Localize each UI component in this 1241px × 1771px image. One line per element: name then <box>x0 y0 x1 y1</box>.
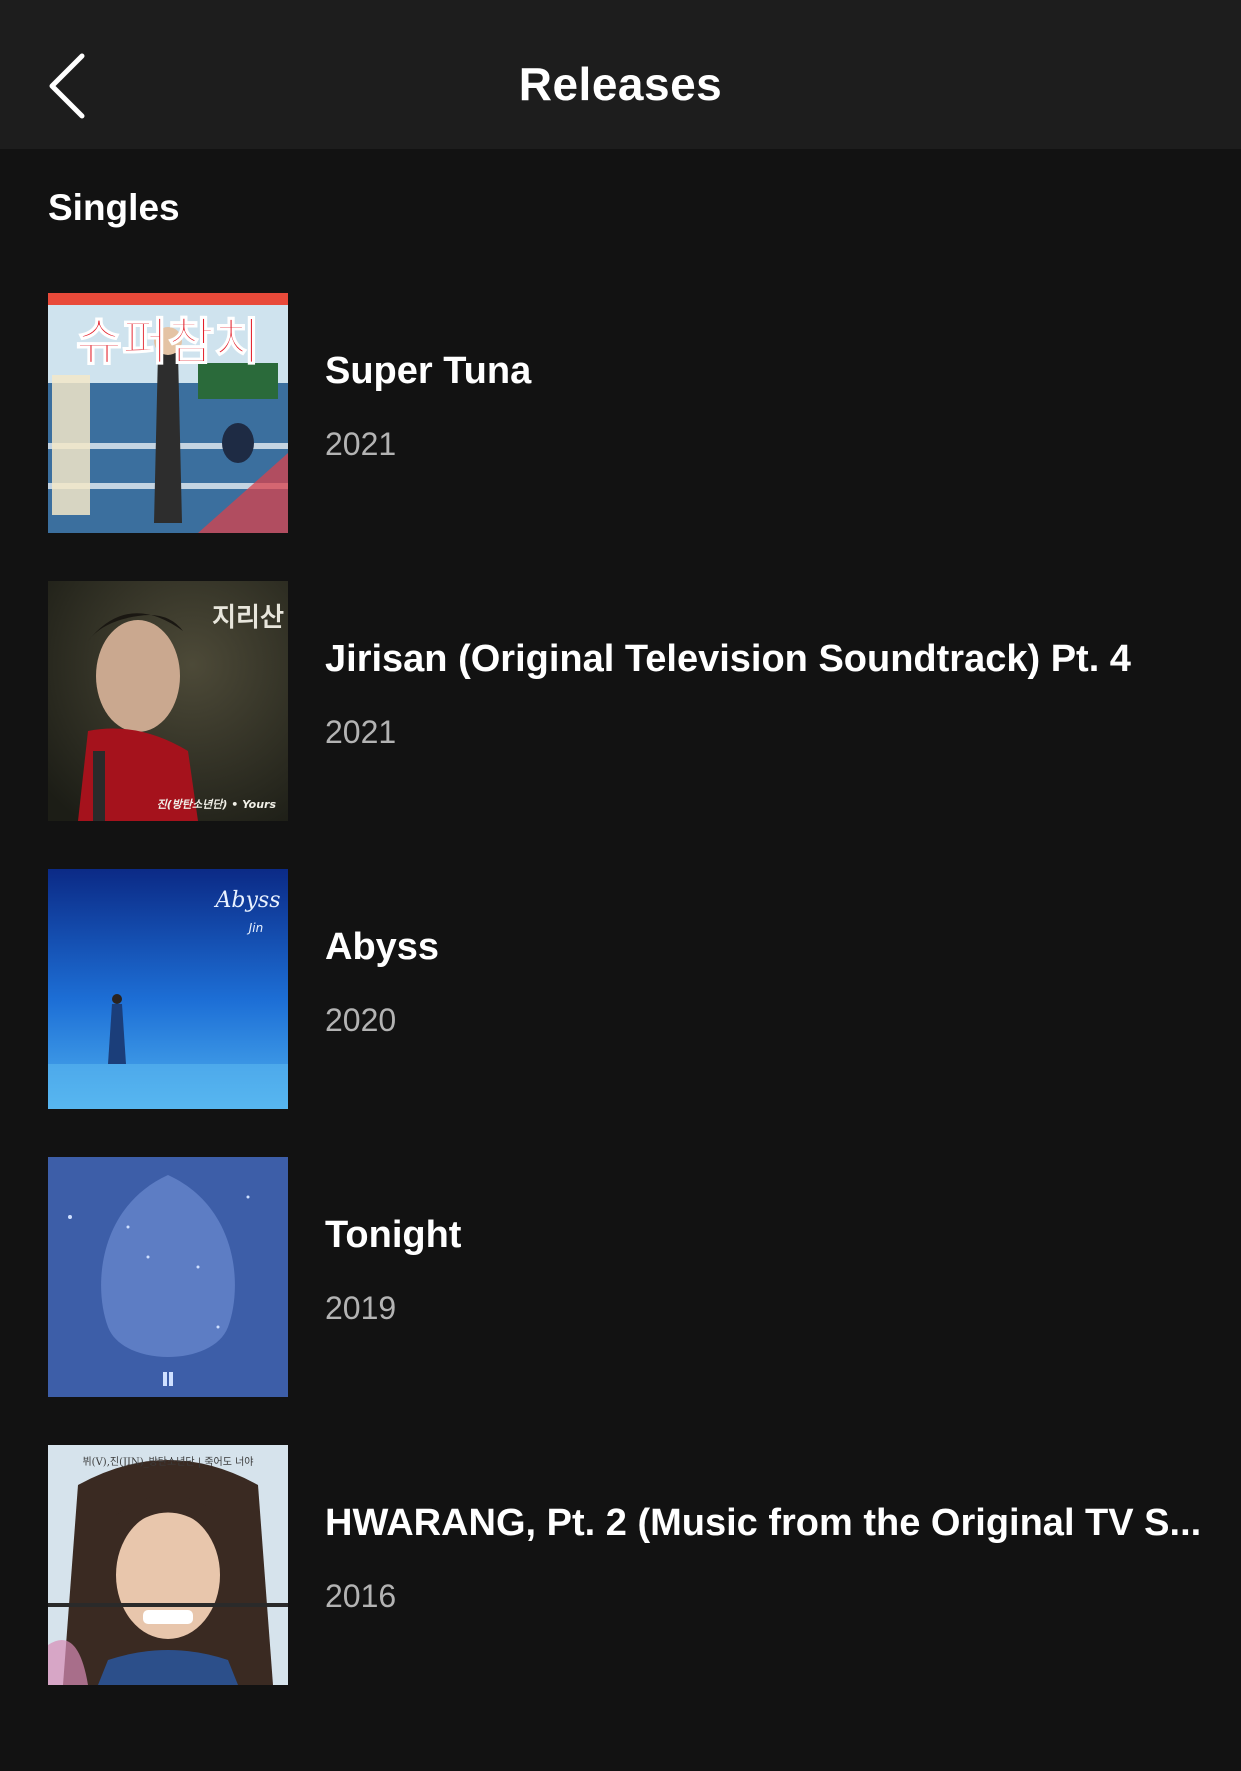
release-year: 2020 <box>325 1002 397 1038</box>
album-cover[interactable] <box>48 1157 288 1397</box>
release-year: 2021 <box>325 426 397 462</box>
release-title: HWARANG, Pt. 2 (Music from the Original … <box>325 1502 1202 1544</box>
album-cover[interactable]: 슈퍼참치 <box>48 293 288 533</box>
svg-text:진(방탄소년단) • Yours: 진(방탄소년단) • Yours <box>157 798 277 811</box>
release-title: Super Tuna <box>325 350 532 392</box>
release-title: Tonight <box>325 1214 462 1256</box>
top-bar: Releases <box>0 0 1241 149</box>
album-cover[interactable]: Abyss Jin <box>48 869 288 1109</box>
svg-text:Jin: Jin <box>247 921 263 935</box>
release-title: Abyss <box>325 926 440 968</box>
album-cover[interactable]: 지리산 진(방탄소년단) • Yours <box>48 581 288 821</box>
svg-text:슈퍼참치: 슈퍼참치 <box>76 313 260 371</box>
release-year: 2021 <box>325 714 397 750</box>
release-item[interactable]: Tonight 2019 <box>48 1157 1228 1397</box>
svg-text:뷔(V),진(JIN)_방탄소년단 | 죽어도 너야: 뷔(V),진(JIN)_방탄소년단 | 죽어도 너야 <box>82 1456 253 1468</box>
album-cover[interactable]: 뷔(V),진(JIN)_방탄소년단 | 죽어도 너야 <box>48 1445 288 1685</box>
release-item[interactable]: 뷔(V),진(JIN)_방탄소년단 | 죽어도 너야 HWARANG, Pt. … <box>48 1445 1228 1685</box>
release-item[interactable]: 슈퍼참치 Super Tuna 2021 <box>48 293 1228 533</box>
section-title-singles: Singles <box>48 187 180 228</box>
svg-text:지리산: 지리산 <box>212 603 284 633</box>
page-title: Releases <box>518 58 723 110</box>
release-title: Jirisan (Original Television Soundtrack)… <box>325 638 1131 680</box>
release-item[interactable]: Abyss Jin Abyss 2020 <box>48 869 1228 1109</box>
release-year: 2016 <box>325 1578 397 1614</box>
release-item[interactable]: 지리산 진(방탄소년단) • Yours Jirisan (Original T… <box>48 581 1228 821</box>
release-year: 2019 <box>325 1290 397 1326</box>
svg-text:Abyss: Abyss <box>214 888 281 913</box>
